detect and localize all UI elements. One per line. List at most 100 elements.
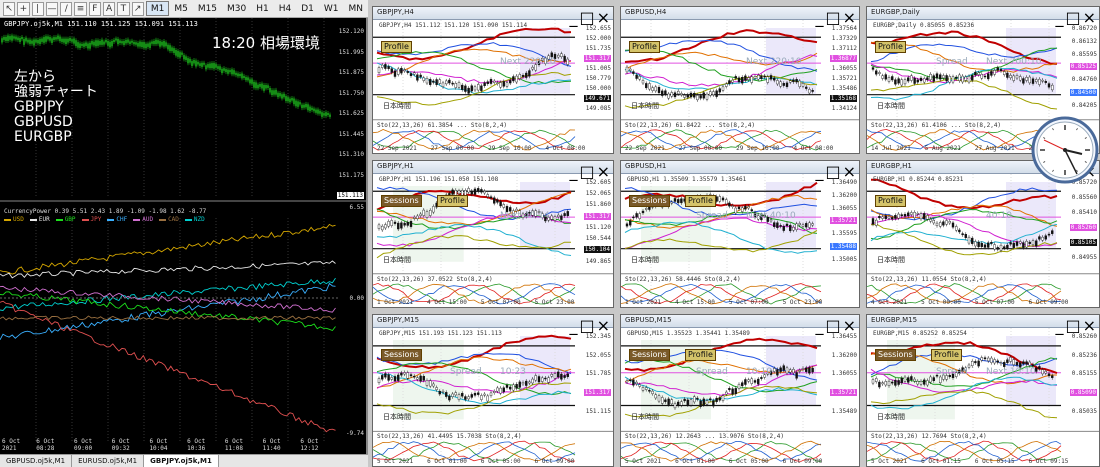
candle [65, 38, 67, 44]
timeframe-m1[interactable]: M1 [145, 1, 170, 16]
badge-profile[interactable]: Profile [931, 349, 962, 361]
badge-sessions[interactable]: Sessions [629, 195, 670, 207]
candle [473, 188, 477, 195]
candle [632, 379, 635, 386]
candle [153, 40, 155, 45]
timeframe-h4[interactable]: H4 [274, 1, 297, 16]
main-price-scale[interactable]: 152.120 151.995 151.875 151.750 151.625 151.4… [336, 18, 366, 208]
chart-titlebar[interactable]: GBPUSD,H4 _ □ × [621, 7, 859, 27]
chart-window-gbpusd-m15[interactable]: GBPUSD,M15 _ □ × GBPUSD,M15 1.35523 1.35441 … [620, 314, 860, 467]
chart-titlebar[interactable]: GBPUSD,H1 _ □ × [621, 161, 859, 181]
chart-canvas[interactable] [621, 20, 859, 153]
chart-titlebar[interactable]: EURGBP,M15 _ □ × [867, 315, 1099, 335]
chart-titlebar[interactable]: GBPUSD,M15 _ □ × [621, 315, 859, 335]
badge-sessions[interactable]: Sessions [875, 349, 916, 361]
candle [27, 39, 29, 43]
cursor-icon[interactable]: ↖ [3, 1, 16, 16]
oscillator-label: Sto(22,13,26) 12.2643 ... 13.9076 Sto(8,… [625, 433, 784, 440]
candle [907, 377, 910, 383]
chart-titlebar[interactable]: GBPJPY,H1 _ □ × [373, 161, 613, 181]
chart-tab[interactable]: GBPUSD.oj5k,M1 [0, 455, 73, 467]
candle [67, 38, 69, 43]
candle [986, 73, 990, 80]
candle [400, 372, 403, 376]
oscillator-label: Sto(22,13,26) 61.4106 ... Sto(8,2,4) [871, 122, 1002, 129]
chart-body[interactable] [621, 20, 859, 153]
candle [454, 83, 458, 88]
chart-tab[interactable]: EURUSD.oj5k,M1 [72, 455, 145, 467]
chart-titlebar[interactable]: GBPJPY,H4 _ □ × [373, 7, 613, 27]
badge-profile[interactable]: Profile [437, 195, 468, 207]
timeframe-m5[interactable]: M5 [169, 1, 193, 16]
badge-sessions[interactable]: Sessions [381, 195, 422, 207]
chart-tab[interactable]: GBPJPY.oj5k,M1 [144, 455, 219, 467]
candle [531, 378, 534, 384]
candle [680, 401, 683, 406]
timeframe-w1[interactable]: W1 [319, 1, 344, 16]
chart-canvas[interactable] [621, 174, 859, 307]
fib-icon[interactable]: F [88, 1, 101, 16]
chart-titlebar[interactable]: GBPJPY,M15 _ □ × [373, 315, 613, 335]
chart-body[interactable] [867, 174, 1099, 307]
chart-window-gbpjpy-h1[interactable]: GBPJPY,H1 _ □ × GBPJPY,H1 151.196 151.050 15… [372, 160, 614, 308]
badge-profile[interactable]: Profile [685, 195, 716, 207]
currency-power-title: CurrencyPower 0.39 5.51 2.43 1.89 -1.09 … [4, 208, 207, 215]
price-level-label: 151.310 [338, 151, 364, 158]
chart-window-gbpusd-h1[interactable]: GBPUSD,H1 _ □ × GBPUSD,H1 1.35509 1.35579 1.… [620, 160, 860, 308]
timeframe-d1[interactable]: D1 [296, 1, 319, 16]
timeframe-m15[interactable]: M15 [193, 1, 222, 16]
chart-titlebar[interactable]: EURGBP,Daily _ □ × [867, 7, 1099, 27]
chart-canvas[interactable] [867, 174, 1099, 307]
label-icon[interactable]: T [117, 1, 130, 16]
chart-body[interactable] [373, 174, 613, 307]
crosshair-icon[interactable]: + [17, 1, 30, 16]
candle [253, 81, 255, 88]
candle [169, 45, 171, 52]
next-bar-timer: Next 220:10 [500, 57, 556, 67]
badge-sessions[interactable]: Sessions [381, 349, 422, 361]
candle [147, 43, 149, 47]
badge-profile[interactable]: Profile [381, 41, 412, 53]
hline-icon[interactable]: — [45, 1, 59, 16]
candle [772, 77, 776, 81]
candle [1044, 371, 1048, 374]
candle [967, 236, 971, 244]
arrow-icon[interactable]: ↗ [131, 1, 144, 16]
candle [664, 90, 667, 95]
main-chart-window[interactable]: GBPJPY.oj5k,M1 151.110 151.125 151.091 1… [0, 18, 368, 454]
chart-body[interactable] [621, 174, 859, 307]
candle [205, 65, 207, 70]
chart-body[interactable] [373, 20, 613, 153]
candle [297, 101, 299, 107]
timeframe-h1[interactable]: H1 [251, 1, 274, 16]
text-icon[interactable]: A [102, 1, 116, 16]
timeframe-mn[interactable]: MN [344, 1, 369, 16]
vline-icon[interactable]: | [31, 1, 44, 16]
chart-window-eurgbp-m15[interactable]: EURGBP,M15 _ □ × EURGBP,M15 0.85252 0.85254 S… [866, 314, 1100, 467]
candle [89, 42, 91, 49]
chart-canvas[interactable] [373, 174, 613, 307]
timeframe-m30[interactable]: M30 [222, 1, 251, 16]
badge-profile[interactable]: Profile [629, 41, 660, 53]
chart-window-gbpusd-h4[interactable]: GBPUSD,H4 _ □ × Profile 日本時間 Next 220:10 1.3756… [620, 6, 860, 154]
candle [808, 367, 811, 374]
candle [894, 79, 897, 85]
badge-sessions[interactable]: Sessions [629, 349, 670, 361]
candle [1041, 236, 1044, 241]
candle [177, 50, 179, 57]
candle [919, 380, 923, 385]
legend-aud: AUD [133, 216, 153, 223]
badge-profile[interactable]: Profile [875, 195, 906, 207]
candle [657, 86, 661, 93]
channel-icon[interactable]: ≡ [74, 1, 87, 16]
badge-profile[interactable]: Profile [875, 41, 906, 53]
badge-profile[interactable]: Profile [685, 349, 716, 361]
candle [311, 107, 313, 110]
chart-window-gbpjpy-h4[interactable]: GBPJPY,H4 _ □ × GBPJPY,H4 151.112 151.120 15… [372, 6, 614, 154]
chart-window-gbpjpy-m15[interactable]: GBPJPY,M15 _ □ × GBPJPY,M15 151.193 151.123 … [372, 314, 614, 467]
candle [964, 76, 968, 81]
candle [499, 387, 502, 394]
legend-swatch [4, 218, 11, 221]
trend-icon[interactable]: / [60, 1, 73, 16]
chart-canvas[interactable] [373, 20, 613, 153]
